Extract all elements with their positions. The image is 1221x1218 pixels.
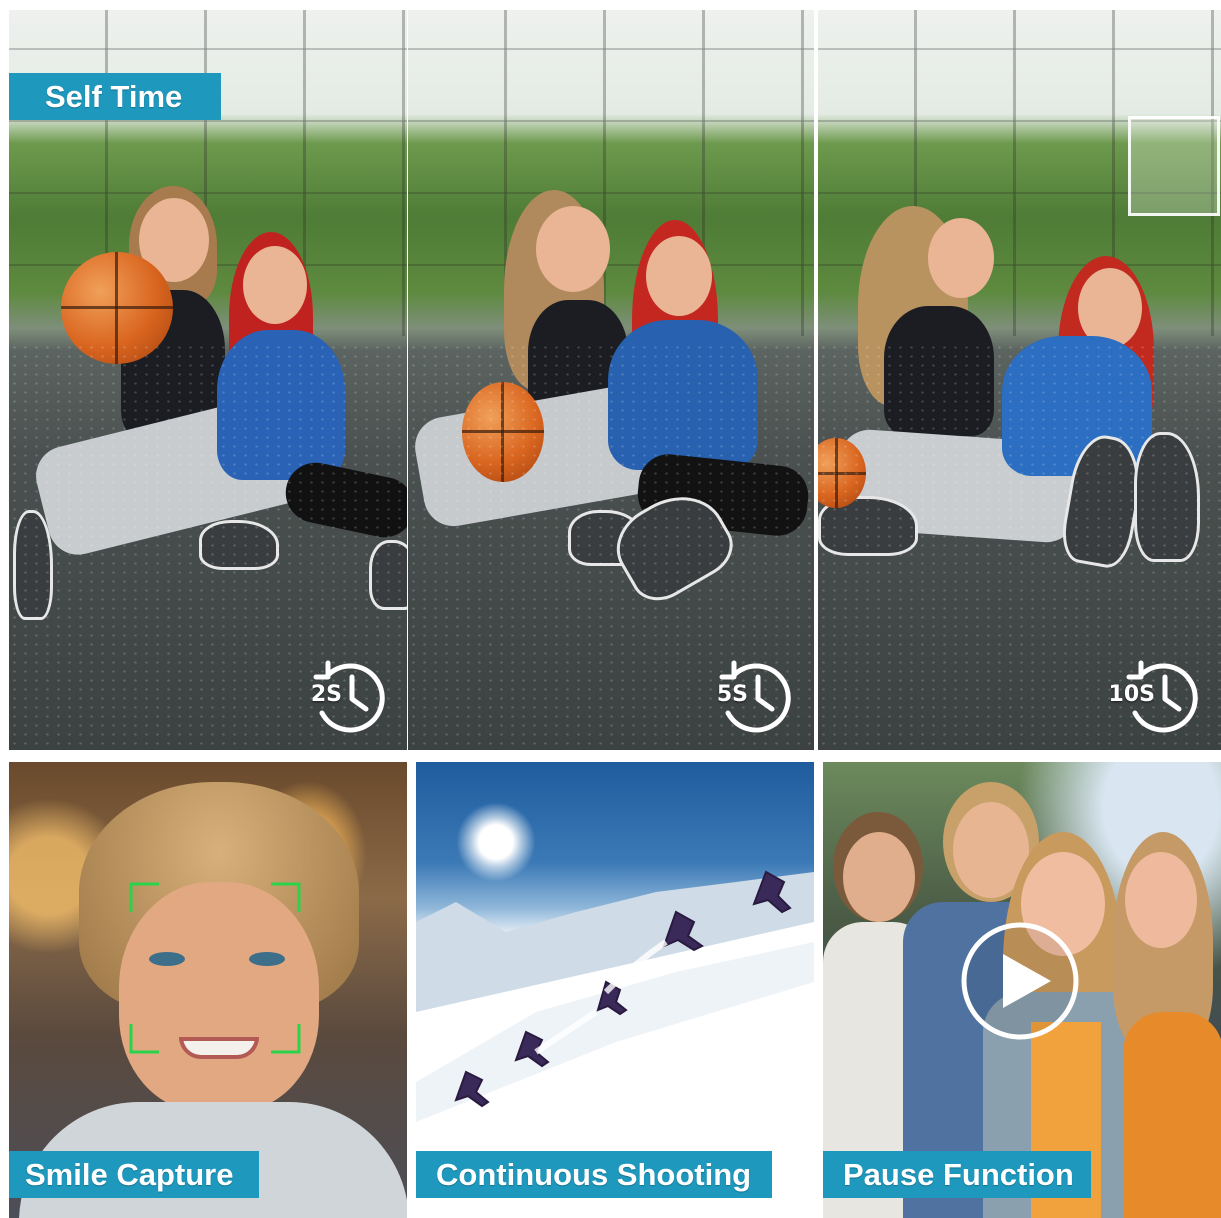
panel-divider <box>407 10 408 750</box>
timer-5s-icon: 5S <box>714 653 798 737</box>
timer-5s-label: 5S <box>716 682 748 707</box>
smile-capture-label: Smile Capture <box>9 1151 259 1198</box>
basketball <box>61 252 173 364</box>
girl-left-figure <box>13 180 407 630</box>
girls-center-figure <box>408 190 814 620</box>
timer-10s-label: 10S <box>1108 682 1155 707</box>
skier-sequence-icon <box>454 870 792 1108</box>
timer-2s-icon: 2S <box>308 653 392 737</box>
self-timer-panel-10s: 10S <box>818 10 1221 750</box>
continuous-shooting-label: Continuous Shooting <box>416 1151 772 1198</box>
girls-right-figure <box>818 206 1221 572</box>
pause-function-panel: Pause Function <box>823 762 1221 1218</box>
play-icon[interactable] <box>959 920 1081 1042</box>
basketball <box>462 382 544 482</box>
pause-function-label: Pause Function <box>823 1151 1091 1198</box>
self-timer-panel-5s: 5S <box>408 10 814 750</box>
timer-10s-icon: 10S <box>1109 653 1205 737</box>
continuous-shooting-panel: Continuous Shooting <box>416 762 814 1218</box>
face-frame-icon <box>129 882 301 1054</box>
basketball <box>818 438 866 508</box>
self-timer-label: Self Time <box>9 73 221 120</box>
panel-divider <box>815 10 816 750</box>
self-timer-panel-2s: 2S <box>9 10 407 750</box>
smile-capture-panel: Smile Capture <box>9 762 407 1218</box>
timer-2s-label: 2S <box>310 682 342 707</box>
basketball-hoop <box>1128 116 1220 216</box>
